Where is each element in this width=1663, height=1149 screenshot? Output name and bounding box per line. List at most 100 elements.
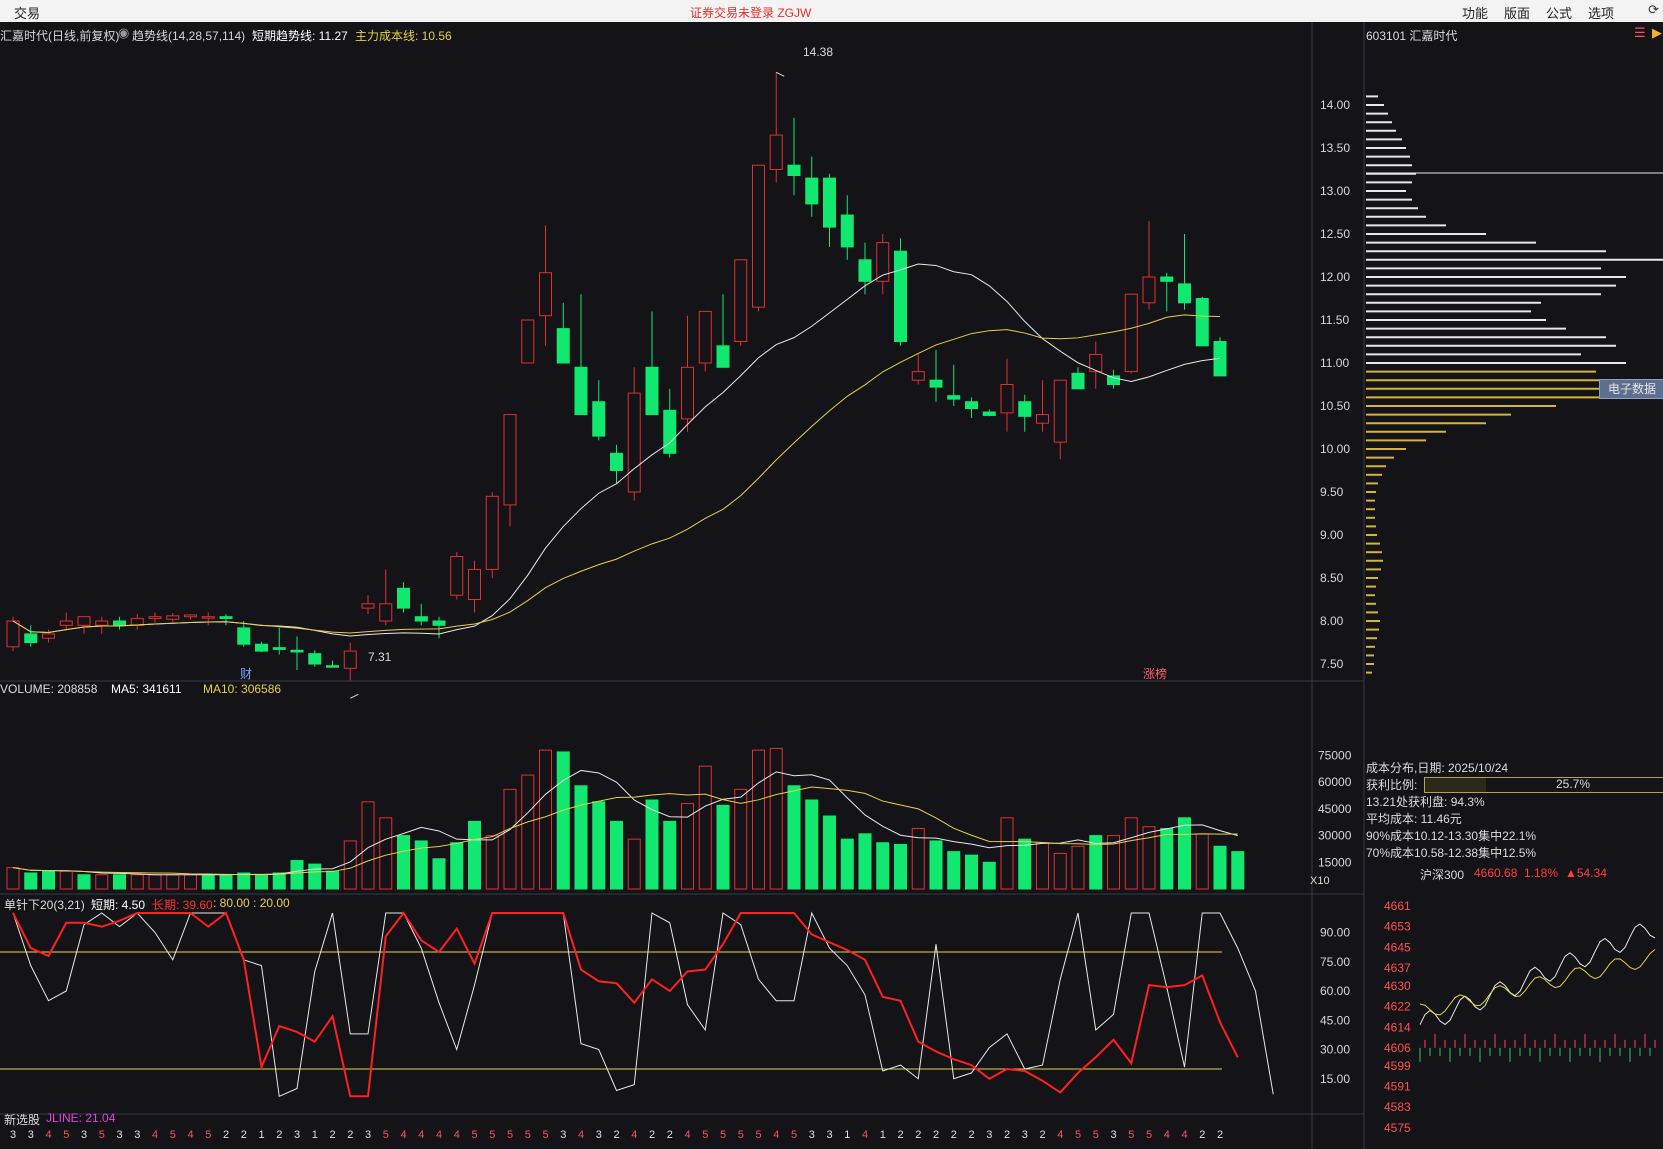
candle-body bbox=[965, 401, 978, 410]
candle-body bbox=[1107, 375, 1120, 385]
digit-cell: 3 bbox=[10, 1129, 17, 1141]
top-menu-bar: 交易 证券交易未登录 ZGJW 功能 版面 公式 选项 ⟳ bbox=[0, 0, 1663, 23]
digit-cell: 3 bbox=[808, 1129, 815, 1141]
candle-body bbox=[77, 616, 91, 626]
digit-cell: 2 bbox=[968, 1129, 975, 1141]
chart-canvas[interactable]: 4661 4653 4645 4637 4630 4622 4614 4606 4599 4591… bbox=[0, 22, 1663, 1149]
digit-cell: 3 bbox=[294, 1129, 301, 1141]
cost-70-percent: 70%成本10.58-12.38集中12.5% bbox=[1366, 846, 1537, 860]
volume-bar bbox=[894, 844, 907, 890]
price-tick: 13.50 bbox=[1320, 141, 1350, 155]
main-cost-value: 主力成本线: 10.56 bbox=[355, 29, 452, 43]
digit-cell: 2 bbox=[666, 1129, 673, 1141]
digit-cell: 4 bbox=[152, 1129, 159, 1141]
index-tick: 4583 bbox=[1384, 1100, 1411, 1114]
window-control-icon[interactable]: ⟳ bbox=[1648, 2, 1659, 18]
candle-body bbox=[947, 395, 961, 400]
indicator-settings-icon[interactable]: ◉ bbox=[118, 25, 129, 41]
profit-ratio-value: 25.7% bbox=[1555, 777, 1590, 791]
candle-body bbox=[272, 647, 286, 650]
candle-body bbox=[503, 414, 517, 506]
digit-cell: 4 bbox=[578, 1129, 585, 1141]
candle-body bbox=[184, 614, 197, 618]
digit-cell: 2 bbox=[1217, 1129, 1224, 1141]
digit-cell: 4 bbox=[1057, 1129, 1064, 1141]
short-trend-value: 短期趋势线: 11.27 bbox=[252, 29, 348, 43]
trend-indicator-name: 趋势线(14,28,57,114) bbox=[132, 29, 246, 43]
chip-price-tag: 电子数据 bbox=[1599, 379, 1663, 399]
index-tick: 4661 bbox=[1384, 899, 1411, 913]
digit-cell: 2 bbox=[613, 1129, 620, 1141]
volume-bar bbox=[237, 872, 251, 890]
volume-bar bbox=[1142, 826, 1156, 890]
low-price-label: 7.31 bbox=[368, 650, 392, 664]
price-tick: 11.00 bbox=[1320, 356, 1349, 370]
oscillator-short: 短期: 4.50 bbox=[91, 898, 146, 912]
price-tick: 10.50 bbox=[1320, 399, 1350, 413]
digit-cell: 4 bbox=[418, 1129, 425, 1141]
candle-body bbox=[592, 401, 606, 437]
digit-cell: 1 bbox=[258, 1129, 265, 1141]
volume-tick: 60000 bbox=[1318, 775, 1352, 789]
digit-cell: 5 bbox=[382, 1129, 389, 1141]
login-banner[interactable]: 证券交易未登录 ZGJW bbox=[690, 4, 811, 21]
candle-body bbox=[24, 633, 38, 644]
price-tick: 8.50 bbox=[1320, 571, 1344, 585]
digit-cell: 4 bbox=[436, 1129, 443, 1141]
index-tick: 4630 bbox=[1384, 979, 1411, 993]
candle-body bbox=[823, 177, 836, 228]
volume-bar bbox=[468, 820, 481, 890]
digit-cell: 5 bbox=[791, 1129, 798, 1141]
index-price: 4660.68 bbox=[1474, 866, 1518, 880]
volume-bar bbox=[77, 874, 91, 890]
digit-cell: 3 bbox=[1110, 1129, 1117, 1141]
candle-body bbox=[95, 620, 109, 626]
index-tick: 4606 bbox=[1384, 1041, 1411, 1055]
rank-marker[interactable]: 涨榜 bbox=[1143, 665, 1167, 682]
volume-bar bbox=[592, 801, 606, 890]
candle-body bbox=[716, 345, 730, 368]
digit-cell: 3 bbox=[134, 1129, 141, 1141]
volume-bar bbox=[698, 765, 712, 890]
menu-options[interactable]: 选项 bbox=[1588, 3, 1614, 22]
candle-body bbox=[1071, 372, 1085, 390]
candle-body bbox=[982, 411, 996, 416]
menu-formula[interactable]: 公式 bbox=[1546, 3, 1572, 22]
volume-bar bbox=[272, 872, 286, 890]
finance-marker[interactable]: 财 bbox=[240, 665, 252, 682]
menu-layout[interactable]: 版面 bbox=[1504, 3, 1530, 22]
candle-body bbox=[468, 568, 481, 601]
price-tick: 9.50 bbox=[1320, 485, 1344, 499]
volume-tick: 30000 bbox=[1318, 829, 1352, 843]
oscillator-levels: : 80.00 : 20.00 bbox=[213, 896, 290, 910]
candle-body bbox=[1000, 384, 1014, 414]
candle-body bbox=[1036, 414, 1049, 424]
candle-body bbox=[1124, 293, 1138, 373]
volume-bar bbox=[201, 874, 215, 890]
digit-cell: 5 bbox=[63, 1129, 70, 1141]
digit-cell: 3 bbox=[27, 1129, 34, 1141]
panel-menu-icon[interactable]: ☰ bbox=[1634, 25, 1646, 41]
digit-cell: 5 bbox=[169, 1129, 176, 1141]
oscillator-tick: 30.00 bbox=[1320, 1043, 1350, 1057]
volume-bar bbox=[574, 785, 588, 890]
price-tick: 12.50 bbox=[1320, 227, 1350, 241]
candle-body bbox=[485, 495, 499, 570]
volume-bar bbox=[734, 788, 748, 890]
candle-body bbox=[929, 379, 943, 388]
panel-arrow-icon[interactable]: ▶ bbox=[1652, 25, 1662, 41]
digit-cell: 4 bbox=[453, 1129, 460, 1141]
price-tick: 10.00 bbox=[1320, 442, 1350, 456]
candle-body bbox=[698, 310, 712, 364]
index-tick: 4599 bbox=[1384, 1059, 1411, 1073]
profit-ratio-label: 获利比例: bbox=[1366, 778, 1418, 792]
volume-tick: 75000 bbox=[1318, 749, 1352, 763]
digit-cell: 1 bbox=[311, 1129, 318, 1141]
volume-unit: X10 bbox=[1310, 875, 1330, 887]
trade-menu[interactable]: 交易 bbox=[14, 3, 40, 22]
digit-cell: 2 bbox=[347, 1129, 354, 1141]
volume-bar bbox=[255, 874, 268, 890]
menu-function[interactable]: 功能 bbox=[1462, 3, 1488, 22]
digit-cell: 2 bbox=[950, 1129, 957, 1141]
digit-cell: 4 bbox=[631, 1129, 638, 1141]
